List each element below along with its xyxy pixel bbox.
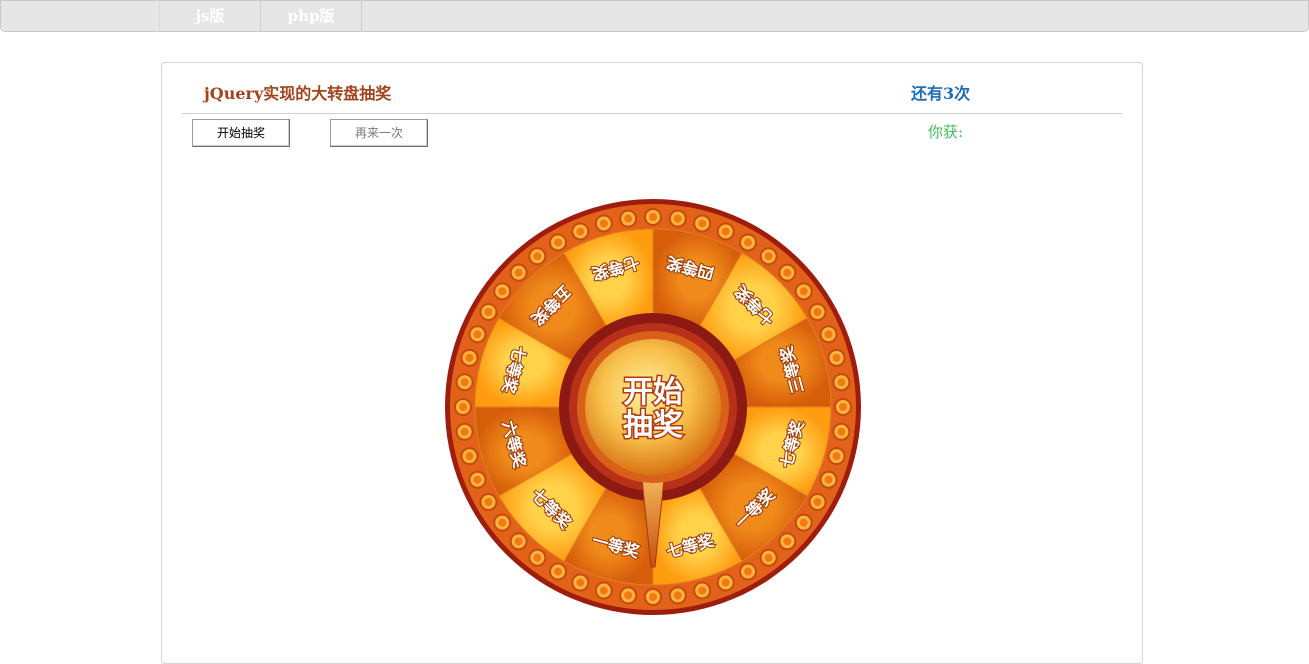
rim-dot-center (599, 586, 608, 595)
result-label: 你获: (928, 123, 964, 141)
rim-dot-center (839, 403, 847, 411)
rim-dot-center (484, 498, 493, 506)
rim-dot-center (764, 553, 773, 562)
rim-dot-center (498, 287, 507, 296)
rim-dot-center (832, 452, 841, 461)
rim-dot-center (721, 578, 730, 587)
rim-dot-center (799, 518, 808, 527)
rim-dot-center (473, 475, 482, 484)
rim-dot-center (576, 227, 585, 236)
rim-dot-center (649, 213, 657, 221)
top-navigation: js版 php版 (0, 0, 1309, 32)
rim-dot-center (799, 287, 808, 296)
tab-php-version[interactable]: php版 (261, 1, 362, 31)
rim-dot-center (673, 214, 682, 223)
lottery-panel: jQuery实现的大转盘抽奖 还有3次 开始抽奖 再来一次 你获: 四等奖 七等… (161, 62, 1143, 664)
rim-dot-center (624, 214, 633, 223)
rim-dot-center (783, 268, 792, 277)
rim-dot-center (554, 567, 562, 576)
rim-dot-center (649, 593, 657, 601)
rim-dot-center (824, 475, 833, 484)
hub-text-line1: 开始 (623, 375, 683, 410)
rim-dot-center (465, 452, 474, 461)
rim-dot-center (533, 553, 542, 562)
hub-text-line2: 抽奖 (623, 408, 683, 443)
rim-dot-center (783, 537, 792, 546)
rim-dot-center (554, 238, 562, 247)
start-draw-button[interactable]: 开始抽奖 (192, 119, 290, 147)
prize-wheel-graphic: 四等奖七等奖三等奖七等奖一等奖七等奖一等奖七等奖六等奖七等奖五等奖七等奖 开始 … (445, 199, 861, 615)
rim-dot-center (459, 403, 467, 411)
rim-dot-center (813, 498, 822, 506)
page-title: jQuery实现的大转盘抽奖 (204, 84, 392, 103)
rim-dot-center (837, 378, 846, 387)
rim-dot-center (460, 378, 469, 387)
draw-again-button[interactable]: 再来一次 (330, 119, 428, 147)
rim-dot-center (824, 330, 833, 339)
prize-wheel: 四等奖 七等奖 三等奖 七等奖 一等奖 七等奖 一等奖 七等奖 六等奖 七等奖 五等奖 七等奖 开始 … (443, 197, 863, 617)
rim-dot-center (698, 586, 707, 595)
rim-dot-center (514, 537, 523, 546)
rim-dot-center (484, 308, 493, 316)
rim-dot-center (832, 353, 841, 362)
rim-dot-center (764, 252, 773, 261)
tab-js-version[interactable]: js版 (159, 1, 261, 31)
rim-dot-center (473, 330, 482, 339)
rim-dot-center (721, 227, 730, 236)
rim-dot-center (624, 591, 633, 600)
rim-dot-center (744, 238, 752, 247)
remaining-chances: 还有3次 (911, 84, 971, 103)
rim-dot-center (837, 427, 846, 436)
rim-dot-center (576, 578, 585, 587)
rim-dot-center (498, 518, 507, 527)
rim-dot-center (744, 567, 752, 576)
rim-dot-center (599, 219, 608, 228)
rim-dot-center (514, 268, 523, 277)
rim-dot-center (465, 353, 474, 362)
rim-dot-center (813, 308, 822, 316)
rim-dot-center (533, 252, 542, 261)
rim-dot-center (673, 591, 682, 600)
rim-dot-center (460, 427, 469, 436)
rim-dot-center (698, 219, 707, 228)
divider (182, 113, 1122, 114)
